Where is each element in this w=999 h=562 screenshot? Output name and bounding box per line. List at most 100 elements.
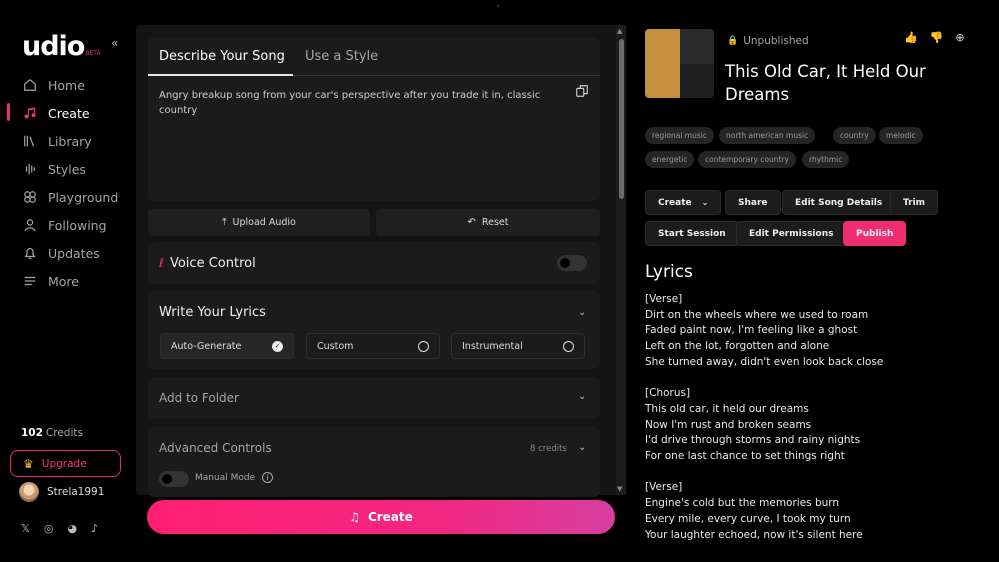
top-collapse-caret[interactable]: ⌄ <box>495 0 502 9</box>
sidebar-item-label: Updates <box>48 245 100 261</box>
udio-logo[interactable]: udioBETA <box>22 31 101 62</box>
trim-button[interactable]: Trim <box>890 190 939 215</box>
song-title: This Old Car, It Held Our Dreams <box>725 62 926 104</box>
active-nav-indicator <box>7 103 10 121</box>
sidebar-item-label: More <box>48 273 79 289</box>
sidebar-item-label: Following <box>48 217 107 233</box>
edit-song-details-button[interactable]: Edit Song Details <box>782 190 896 215</box>
social-links: 𝕏 ◎ ◕ ♪ <box>21 522 98 535</box>
sidebar: udioBETA « Home Create Library Styles Pl… <box>0 0 135 562</box>
tab-use-a-style[interactable]: Use a Style <box>305 49 378 64</box>
active-tab-underline <box>148 74 293 76</box>
chevron-down-icon[interactable]: ⌄ <box>578 307 586 318</box>
voice-control-icon: ℓ <box>159 256 164 270</box>
instagram-icon[interactable]: ◎ <box>44 522 54 535</box>
sidebar-item-create[interactable]: Create <box>22 104 90 122</box>
tab-describe-your-song[interactable]: Describe Your Song <box>159 49 285 64</box>
thumbs-up-icon[interactable]: 👍 <box>904 31 918 44</box>
edit-permissions-button[interactable]: Edit Permissions <box>736 221 847 246</box>
voice-control-toggle[interactable] <box>557 255 587 271</box>
sidebar-item-home[interactable]: Home <box>22 76 85 94</box>
beta-badge: BETA <box>85 50 101 57</box>
sidebar-item-label: Library <box>48 133 92 149</box>
lyrics-option-auto-generate[interactable]: Auto-Generate ✓ <box>160 333 294 359</box>
check-icon: ✓ <box>272 340 283 352</box>
chevron-down-icon: ⌄ <box>701 198 709 207</box>
credits-balance: 102 Credits <box>21 427 83 439</box>
song-prompt-input[interactable]: Angry breakup song from your car's persp… <box>159 88 569 118</box>
bell-icon <box>22 245 38 261</box>
reset-icon: ↶ <box>467 217 476 228</box>
lock-icon: 🔒 <box>727 36 739 46</box>
user-profile[interactable]: Strela1991 <box>19 482 104 502</box>
tag-chip[interactable]: regional music <box>645 127 714 144</box>
scroll-down-icon[interactable]: ▼ <box>617 485 622 493</box>
manual-mode-label: Manual Mode <box>195 473 256 483</box>
user-icon <box>22 217 38 233</box>
tag-chip[interactable]: north american music <box>719 127 816 144</box>
sidebar-item-styles[interactable]: Styles <box>22 160 86 178</box>
create-dropdown-button[interactable]: Create ⌄ <box>645 190 722 215</box>
upload-audio-button[interactable]: ⤒ Upload Audio <box>148 209 370 236</box>
avatar <box>19 482 39 502</box>
radio-icon <box>563 340 574 352</box>
scrollbar-thumb[interactable] <box>619 39 624 199</box>
start-session-button[interactable]: Start Session <box>645 221 739 246</box>
share-button[interactable]: Share <box>725 190 781 215</box>
sidebar-item-label: Home <box>48 77 85 93</box>
tag-chip[interactable]: rhythmic <box>802 151 850 168</box>
voice-control-section[interactable]: ℓ Voice Control <box>148 242 600 284</box>
upload-icon: ⤒ <box>222 217 227 228</box>
publish-button[interactable]: Publish <box>843 221 907 246</box>
info-icon[interactable]: i <box>262 472 273 483</box>
create-button[interactable]: ♫ Create <box>147 500 615 534</box>
home-icon <box>22 77 38 93</box>
sidebar-item-label: Create <box>48 105 90 121</box>
music-note-icon <box>22 105 38 121</box>
scroll-up-icon[interactable]: ▲ <box>617 27 622 35</box>
composer-panel: Describe Your Song Use a Style Angry bre… <box>136 25 626 497</box>
tiktok-icon[interactable]: ♪ <box>91 522 98 535</box>
song-reactions: 👍 👎 ⊕ <box>904 31 965 44</box>
lyrics-heading: Lyrics <box>645 262 693 282</box>
tag-chip[interactable]: contemporary country <box>698 151 796 168</box>
sidebar-item-library[interactable]: Library <box>22 132 92 150</box>
waveform-icon <box>22 161 38 177</box>
collapse-sidebar-icon[interactable]: « <box>111 36 118 50</box>
chevron-down-icon[interactable]: ⌄ <box>578 391 586 402</box>
sidebar-item-playground[interactable]: Playground <box>22 188 118 206</box>
sidebar-item-label: Playground <box>48 189 119 205</box>
upgrade-button[interactable]: ♛ Upgrade <box>10 450 121 477</box>
sidebar-item-following[interactable]: Following <box>22 216 107 234</box>
chevron-down-icon[interactable]: ⌄ <box>578 442 586 453</box>
sidebar-item-updates[interactable]: Updates <box>22 244 100 262</box>
reset-button[interactable]: ↶ Reset <box>376 209 600 236</box>
library-icon <box>22 133 38 149</box>
lyrics-text: [Verse] Dirt on the wheels where we used… <box>645 293 884 541</box>
tag-chip[interactable]: melodic <box>879 127 923 144</box>
gamepad-icon <box>22 189 38 205</box>
music-note-icon: ♫ <box>349 510 360 524</box>
thumbs-down-icon[interactable]: 👎 <box>930 31 944 44</box>
crown-icon: ♛ <box>23 456 34 471</box>
menu-icon <box>22 273 38 289</box>
lyrics-option-custom[interactable]: Custom <box>306 333 440 359</box>
discord-icon[interactable]: ◕ <box>67 522 77 535</box>
composer-scrollbar[interactable]: ▲ ▼ <box>616 25 626 495</box>
manual-mode-toggle[interactable] <box>159 471 189 487</box>
radio-icon <box>418 340 429 352</box>
publish-status: 🔒 Unpublished <box>727 35 809 47</box>
x-twitter-icon[interactable]: 𝕏 <box>21 522 30 535</box>
advanced-credits-cost: 8 credits <box>530 444 567 454</box>
copy-icon[interactable] <box>575 84 589 98</box>
lyrics-option-instrumental[interactable]: Instrumental <box>451 333 585 359</box>
tag-chip[interactable]: country <box>833 127 876 144</box>
username: Strela1991 <box>47 486 105 498</box>
song-cover-art[interactable] <box>645 29 714 98</box>
lyrics-section-title: Write Your Lyrics <box>159 305 266 320</box>
add-circle-icon[interactable]: ⊕ <box>955 31 964 44</box>
tag-chip[interactable]: energetic <box>645 151 695 168</box>
sidebar-item-more[interactable]: More <box>22 272 79 290</box>
add-to-folder-section[interactable]: Add to Folder ⌄ <box>148 377 600 419</box>
advanced-controls-title: Advanced Controls <box>159 441 272 455</box>
